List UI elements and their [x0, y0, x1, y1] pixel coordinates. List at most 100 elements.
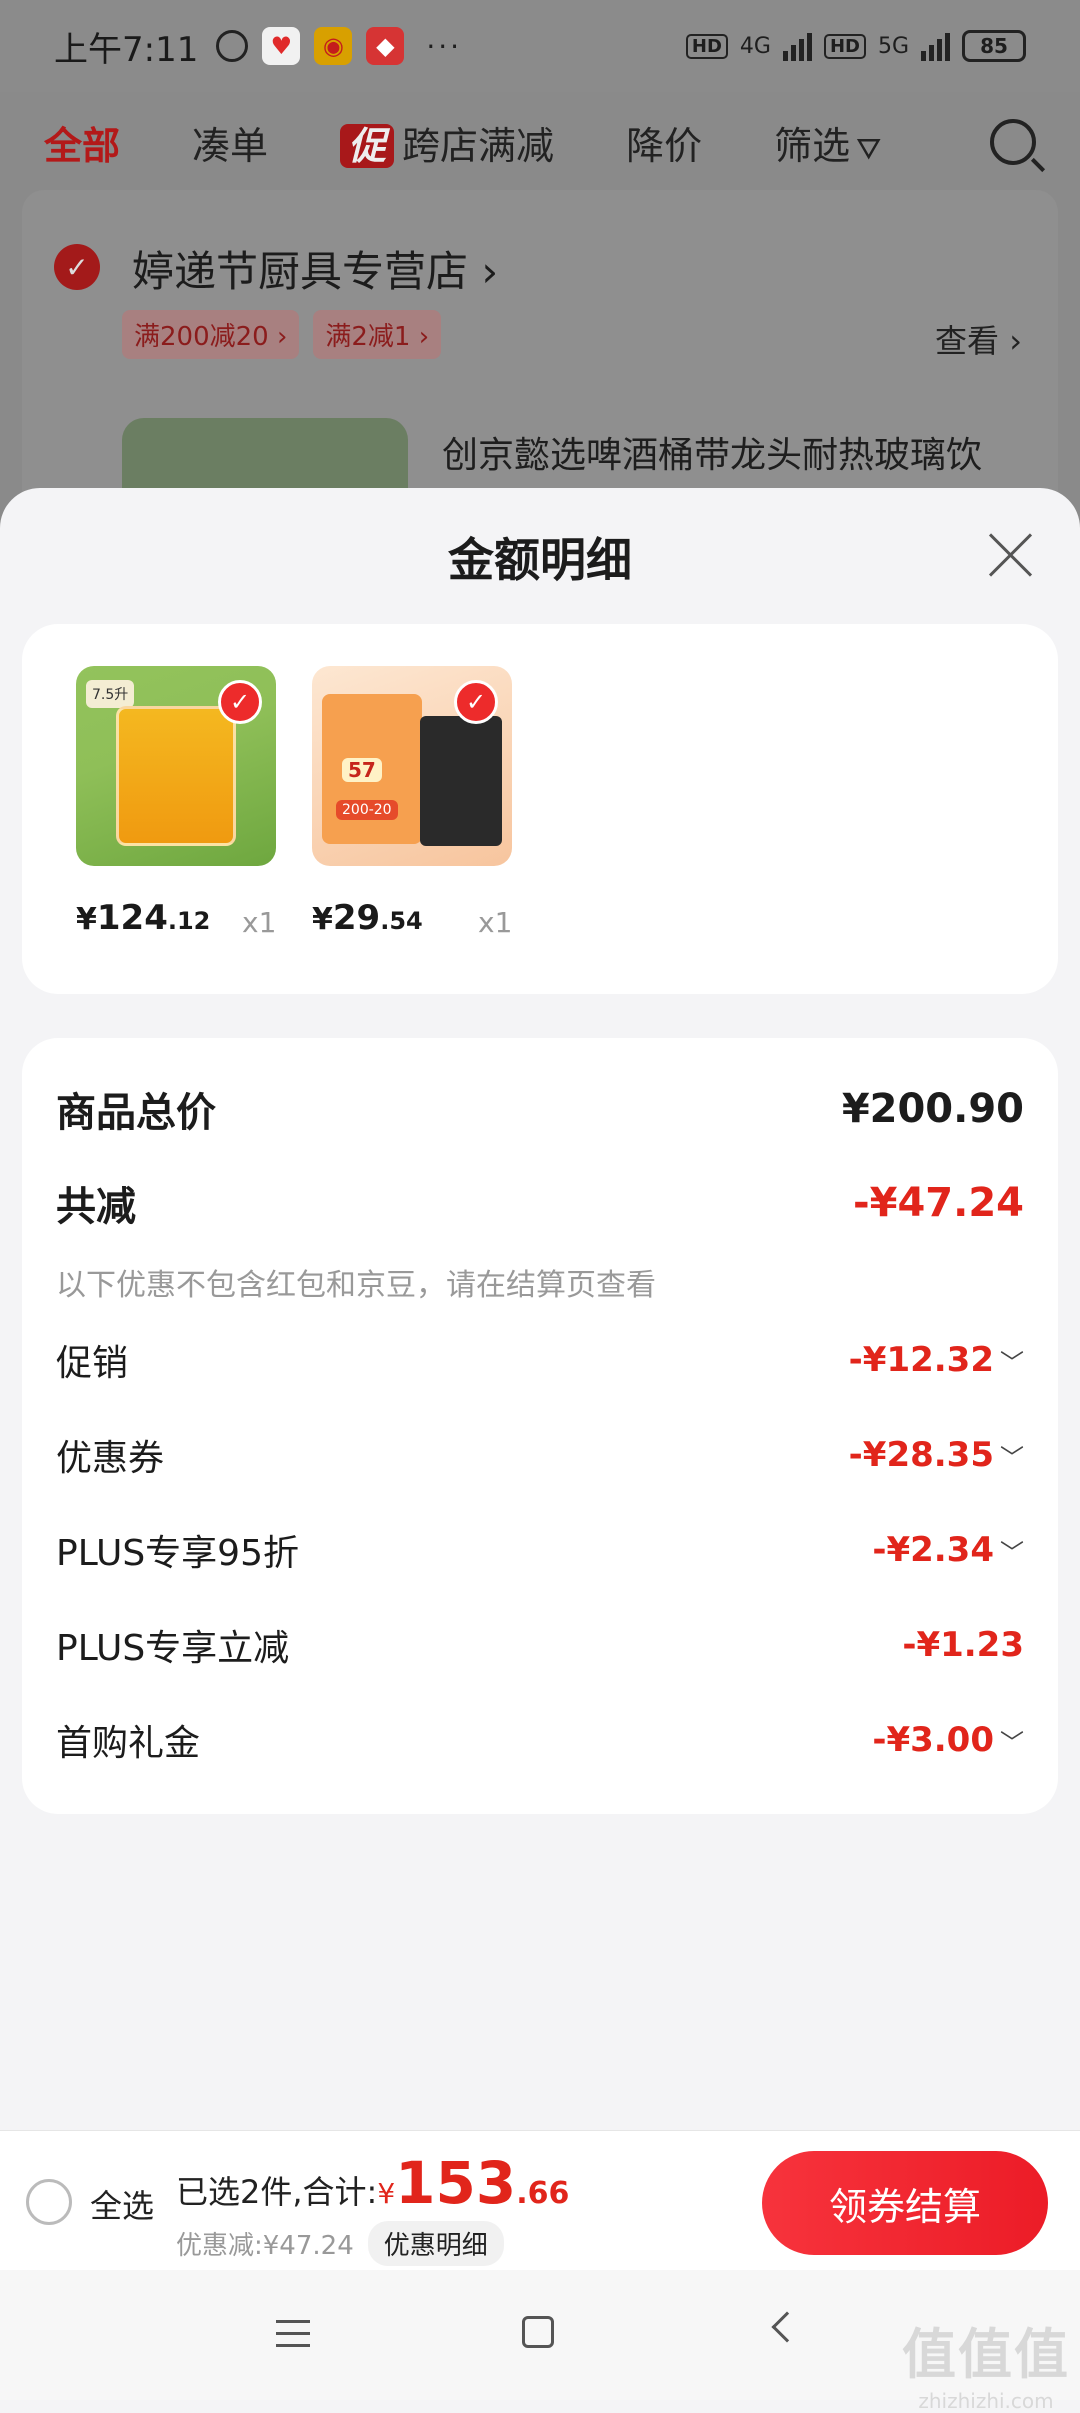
back-icon[interactable] [771, 2311, 803, 2343]
jd-app-icon: ◆ [366, 27, 405, 65]
thumb-label: 7.5升 [86, 680, 135, 708]
discount-row-plus-95[interactable]: PLUS专享95折 -¥2.34 ﹀ [56, 1524, 1024, 1576]
discount-label: 首购礼金 [56, 1723, 201, 1764]
chevron-down-icon: ﹀ [1000, 1348, 1024, 1377]
signal-icon [782, 31, 812, 61]
select-all-checkbox[interactable] [26, 2179, 72, 2225]
price-int: 124 [96, 898, 168, 938]
tab-all[interactable]: 全部 [44, 115, 120, 170]
discount-value: -¥2.34 ﹀ [872, 1530, 1024, 1570]
store-promo-tag[interactable]: 满2减1 › [313, 310, 442, 359]
tab-cross-store[interactable]: 促跨店满减 [340, 115, 554, 170]
item-thumbnail: 7.5升 ✓ [76, 666, 276, 866]
discount-value: -¥28.35 ﹀ [849, 1435, 1024, 1475]
price-symbol: ¥ [312, 902, 333, 937]
item-qty: x1 [478, 906, 513, 939]
tab-filter-label: 筛选 [774, 123, 851, 168]
tab-bundle[interactable]: 凑单 [192, 115, 268, 170]
jar-image [116, 706, 236, 846]
home-icon[interactable] [522, 2316, 554, 2348]
tab-price-drop[interactable]: 降价 [626, 115, 702, 170]
price-dec: .54 [380, 907, 423, 935]
health-app-icon: ♥ [262, 27, 301, 65]
store-promo-tags: 满200减20 › 满2减1 › [122, 310, 442, 359]
store-view-link[interactable]: 查看 › [935, 316, 1022, 362]
item-thumbnail: 57 200-20 ✓ [312, 666, 512, 866]
discount-row-plus-reduce: PLUS专享立减 -¥1.23 [56, 1619, 1024, 1671]
reduce-label: 共减 [56, 1184, 136, 1230]
checkout-button[interactable]: 领券结算 [762, 2151, 1048, 2255]
amount-detail-sheet: 金额明细 7.5升 ✓ ¥124.12 x1 57 200-20 ✓ ¥29.5… [0, 488, 1080, 2400]
price-detail-card: 商品总价 ¥200.90 共减 -¥47.24 以下优惠不包含红包和京豆，请在结… [22, 1038, 1058, 1814]
tab-filter[interactable]: 筛选 ⛛ [774, 115, 881, 170]
price-dec: .12 [167, 907, 211, 935]
search-icon[interactable] [990, 119, 1036, 165]
item-price: ¥29.54 [312, 898, 423, 938]
discount-amount: -¥12.32 [848, 1340, 994, 1380]
total-dec: .66 [516, 2176, 570, 2211]
status-bar: 上午7:11 ♥ ◉ ◆ ··· HD 4G HD 5G 85 [0, 0, 1080, 92]
watermark: 值值值 zhizhizhi.com [902, 2310, 1070, 2413]
coffee-bag-image [420, 716, 502, 846]
cart-tabs: 全部 凑单 促跨店满减 降价 筛选 ⛛ [0, 92, 1080, 192]
reduce-row: 共减 -¥47.24 [56, 1174, 1024, 1232]
store-name[interactable]: 婷递节厨具专营店 › [132, 238, 498, 299]
chevron-down-icon: ﹀ [1000, 1728, 1024, 1757]
thumb-ribbon: 200-20 [336, 800, 398, 820]
check-icon: ✓ [454, 680, 498, 724]
discount-label: 优惠券 [56, 1438, 165, 1479]
selected-items-card: 7.5升 ✓ ¥124.12 x1 57 200-20 ✓ ¥29.54 x1 [22, 624, 1058, 994]
select-all-label[interactable]: 全选 [90, 2181, 154, 2227]
store-promo-tag[interactable]: 满200减20 › [122, 310, 300, 359]
discount-row-promotion[interactable]: 促销 -¥12.32 ﹀ [56, 1334, 1024, 1386]
chevron-down-icon: ﹀ [1000, 1538, 1024, 1567]
discount-row-coupon[interactable]: 优惠券 -¥28.35 ﹀ [56, 1429, 1024, 1481]
menu-icon[interactable] [276, 2320, 310, 2348]
item-qty: x1 [242, 906, 277, 939]
more-notifications-icon: ··· [426, 29, 463, 63]
selected-item[interactable]: 7.5升 ✓ ¥124.12 x1 [76, 666, 286, 939]
total-int: 153 [395, 2149, 517, 2217]
network-type: 5G [877, 33, 909, 59]
product-title[interactable]: 创京懿选啤酒桶带龙头耐热玻璃饮 [442, 426, 982, 478]
store-check-icon[interactable]: ✓ [54, 244, 100, 290]
total-row: 商品总价 ¥200.90 [56, 1080, 1024, 1138]
close-icon[interactable] [986, 530, 1036, 580]
discount-text: 优惠减:¥47.24 [176, 2231, 354, 2261]
discount-note: 以下优惠不包含红包和京豆，请在结算页查看 [56, 1268, 656, 1303]
chevron-down-icon: ﹀ [1000, 1443, 1024, 1472]
signal-icon [921, 31, 950, 61]
reduce-value: -¥47.24 [853, 1180, 1024, 1226]
discount-detail-button[interactable]: 优惠明细 [367, 2221, 504, 2266]
discount-label: PLUS专享立减 [56, 1628, 290, 1669]
filter-icon: ⛛ [856, 131, 882, 167]
discount-amount: -¥3.00 [872, 1720, 994, 1760]
battery-icon: 85 [962, 30, 1026, 62]
checkout-bar: 全选 已选2件,合计:¥153.66 优惠减:¥47.24 优惠明细 领券结算 [0, 2130, 1080, 2270]
sheet-title: 金额明细 [448, 533, 632, 587]
discount-value: -¥1.23 [902, 1625, 1024, 1665]
status-time: 上午7:11 [54, 29, 199, 70]
discount-row-first-purchase[interactable]: 首购礼金 -¥3.00 ﹀ [56, 1714, 1024, 1766]
watermark-main: 值值值 [902, 2323, 1070, 2386]
discount-amount: -¥2.34 [872, 1530, 994, 1570]
price-symbol: ¥ [76, 902, 97, 937]
selected-item[interactable]: 57 200-20 ✓ ¥29.54 x1 [312, 666, 522, 939]
discount-value: -¥12.32 ﹀ [849, 1340, 1024, 1380]
total-currency: ¥ [377, 2177, 396, 2210]
total-summary: 已选2件,合计:¥153.66 [176, 2149, 569, 2217]
check-icon: ✓ [218, 680, 262, 724]
total-value: ¥200.90 [841, 1086, 1024, 1132]
promo-badge: 促 [340, 123, 395, 168]
total-label: 商品总价 [56, 1090, 216, 1136]
weibo-app-icon: ◉ [314, 27, 353, 65]
price-int: 29 [332, 898, 381, 938]
network-type: 4G [739, 33, 771, 59]
discount-label: PLUS专享95折 [56, 1533, 299, 1574]
discount-value: -¥3.00 ﹀ [872, 1720, 1024, 1760]
discount-summary: 优惠减:¥47.24 优惠明细 [176, 2221, 504, 2266]
tab-cross-store-label: 跨店满减 [402, 123, 555, 168]
status-right: HD 4G HD 5G 85 [685, 30, 1026, 62]
thumb-badge: 57 [342, 758, 382, 782]
selected-count-text: 已选2件,合计: [176, 2173, 378, 2211]
